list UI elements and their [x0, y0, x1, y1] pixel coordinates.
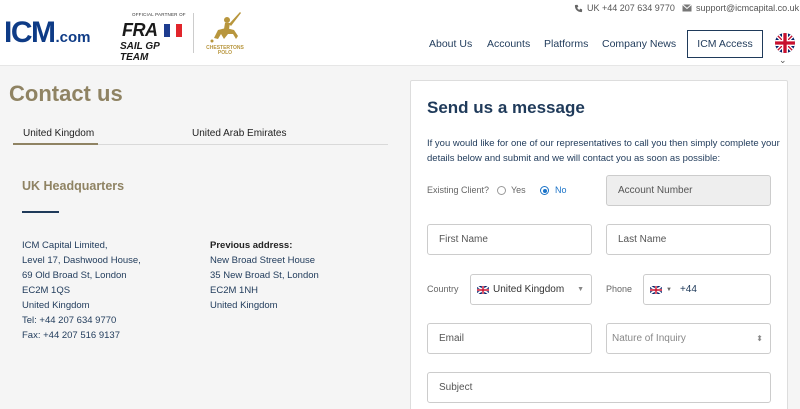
no-label: No — [555, 185, 567, 195]
select-arrows-icon: ⬍ — [756, 334, 763, 343]
inquiry-placeholder: Nature of Inquiry — [612, 333, 686, 344]
logo-divider — [193, 13, 194, 53]
last-name-field[interactable]: Last Name — [606, 224, 771, 255]
tab-united-kingdom[interactable]: United Kingdom — [23, 128, 94, 139]
address-line: ICM Capital Limited, — [22, 240, 108, 251]
polo-logo-text: CHESTERTONS POLO — [206, 45, 244, 56]
nav-about-us[interactable]: About Us — [429, 38, 472, 50]
address-line: New Broad Street House — [210, 255, 316, 266]
partner-sail-text: SAIL GP TEAM — [120, 41, 160, 63]
tab-united-arab-emirates[interactable]: United Arab Emirates — [192, 128, 287, 139]
site-header: ICM .com OFFICIAL PARTNER OF FRA SAIL GP… — [0, 0, 800, 66]
phone-icon — [574, 4, 583, 12]
current-address: ICM Capital Limited, Level 17, Dashwood … — [22, 238, 141, 343]
first-name-placeholder: First Name — [439, 234, 488, 245]
page-title: Contact us — [9, 81, 123, 106]
first-name-field[interactable]: First Name — [427, 224, 592, 255]
address-line: EC2M 1QS — [22, 285, 71, 296]
email-field[interactable]: Email — [427, 323, 592, 354]
uk-flag-icon[interactable] — [775, 33, 795, 53]
france-flag-icon — [164, 24, 182, 37]
subject-placeholder: Subject — [439, 382, 473, 393]
email-placeholder: Email — [439, 333, 465, 344]
active-tab-indicator — [13, 143, 98, 145]
nature-of-inquiry-select[interactable]: Nature of Inquiry ⬍ — [606, 323, 771, 354]
existing-client-no-radio[interactable] — [540, 186, 549, 195]
address-line: United Kingdom — [22, 300, 90, 311]
header-phone-text: UK +44 207 634 9770 — [587, 3, 675, 13]
logo-sub-text: .com — [55, 29, 91, 46]
uk-flag-icon[interactable] — [649, 284, 663, 295]
hq-title-rule — [22, 211, 59, 213]
envelope-icon — [682, 4, 692, 12]
language-chevron-icon[interactable]: ⌄ — [779, 55, 787, 66]
country-value: United Kingdom — [493, 284, 565, 295]
address-tel[interactable]: Tel: +44 207 634 9770 — [22, 313, 141, 328]
previous-address-label: Previous address: — [210, 240, 293, 251]
phone-code: +44 — [679, 284, 697, 295]
polo-logo: CHESTERTONS POLO — [200, 8, 250, 60]
header-phone[interactable]: UK +44 207 634 9770 — [574, 3, 675, 13]
hq-title: UK Headquarters — [22, 179, 125, 193]
address-line: EC2M 1NH — [210, 285, 259, 296]
existing-client-yes-radio[interactable] — [497, 186, 506, 195]
logo-main-text: ICM — [4, 16, 56, 49]
phone-label: Phone — [606, 284, 633, 294]
phone-field[interactable]: ▼ +44 — [643, 274, 771, 305]
partner-tagline: OFFICIAL PARTNER OF — [132, 12, 186, 17]
polo-horse-icon — [210, 12, 241, 43]
address-line: Level 17, Dashwood House, — [22, 255, 141, 266]
previous-address: Previous address: New Broad Street House… — [210, 238, 319, 313]
address-line: 35 New Broad St, London — [210, 270, 319, 281]
nav-company-news[interactable]: Company News — [602, 38, 676, 50]
phone-country-caret-icon[interactable]: ▼ — [666, 287, 672, 293]
country-label: Country — [427, 284, 459, 294]
form-title: Send us a message — [427, 98, 585, 117]
nav-platforms[interactable]: Platforms — [544, 38, 588, 50]
icm-logo[interactable]: ICM .com — [4, 18, 91, 48]
last-name-placeholder: Last Name — [618, 234, 667, 245]
address-line: United Kingdom — [210, 300, 278, 311]
uk-flag-icon — [476, 284, 490, 295]
account-number-field[interactable]: Account Number — [606, 175, 771, 206]
sailgp-partner-logo: OFFICIAL PARTNER OF FRA SAIL GP TEAM — [120, 12, 190, 63]
country-select[interactable]: United Kingdom ▼ — [470, 274, 592, 305]
address-line: 69 Old Broad St, London — [22, 270, 127, 281]
address-fax: Fax: +44 207 516 9137 — [22, 330, 120, 341]
subject-field[interactable]: Subject — [427, 372, 771, 403]
account-number-placeholder: Account Number — [618, 185, 693, 196]
nav-accounts[interactable]: Accounts — [487, 38, 530, 50]
icm-access-button[interactable]: ICM Access — [687, 30, 763, 58]
yes-label: Yes — [511, 185, 526, 195]
form-intro: If you would like for one of our represe… — [427, 138, 780, 164]
header-email[interactable]: support@icmcapital.co.uk — [682, 3, 799, 13]
chevron-down-icon: ▼ — [577, 286, 584, 293]
partner-fra-text: FRA — [122, 20, 158, 40]
existing-client-label: Existing Client? — [427, 185, 490, 195]
header-email-text: support@icmcapital.co.uk — [696, 3, 800, 13]
